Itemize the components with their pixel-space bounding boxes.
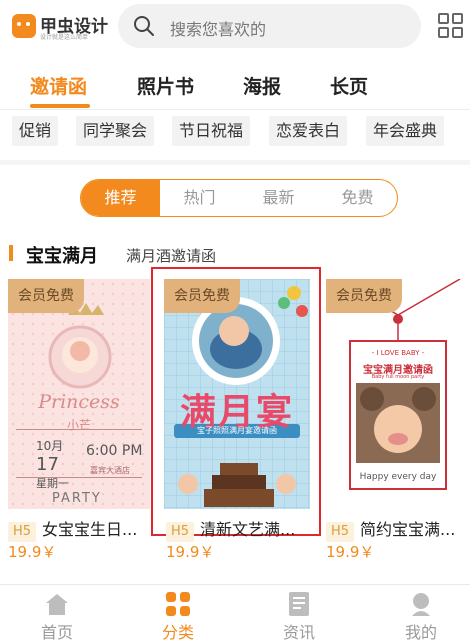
divider [0, 160, 470, 165]
segment-free[interactable]: 免费 [318, 180, 397, 216]
grid-menu-icon[interactable] [438, 13, 464, 39]
beetle-logo-icon [12, 14, 36, 38]
poster-weekday: 星期一 [36, 477, 69, 490]
profile-icon [412, 593, 430, 616]
logo-slogan: 设计就是这么简单 [40, 34, 89, 41]
poster-month: 10月 [36, 439, 64, 453]
card-price: 19.9￥ [8, 543, 57, 561]
nav-profile[interactable]: 我的 [381, 587, 461, 640]
poster-name: Princess [38, 391, 120, 413]
poster-small-text: Baby full moon party [371, 374, 425, 380]
sort-segment: 推荐 热门 最新 免费 [80, 179, 398, 217]
poster-venue: 嘉宾大酒店 [90, 466, 130, 475]
section-marker [9, 245, 13, 261]
news-icon [289, 592, 309, 616]
tag-class-reunion[interactable]: 同学聚会 [76, 116, 155, 146]
section-subtitle: 满月酒邀请函 [126, 247, 217, 265]
tag-promotion[interactable]: 促销 [12, 116, 59, 146]
card-title-princess[interactable]: H5 女宝宝生日... [8, 516, 150, 542]
card-price: 19.9￥ [326, 543, 375, 561]
tab-poster[interactable]: 海报 [243, 72, 281, 99]
poster-footer: Happy every day [359, 472, 437, 482]
tag-annual-party[interactable]: 年会盛典 [366, 116, 445, 146]
poster-time: 6:00 PM [86, 443, 143, 459]
h5-tag: H5 [326, 522, 355, 542]
poster-footer: PARTY [52, 491, 102, 506]
tag-row: 促销 同学聚会 节日祝福 恋爱表白 年会盛典 [0, 114, 470, 150]
home-icon [46, 594, 68, 615]
tab-long-page[interactable]: 长页 [330, 72, 368, 99]
member-free-badge: 会员免费 [8, 279, 84, 313]
section-title: 宝宝满月 [26, 246, 98, 267]
tag-holiday-wishes[interactable]: 节日祝福 [172, 116, 251, 146]
card-price: 19.9￥ [166, 543, 215, 561]
poster-day: 17 [36, 454, 59, 475]
member-free-badge: 会员免费 [326, 279, 402, 313]
category-icon [166, 592, 190, 616]
template-card-princess[interactable]: 会员免费 Princess 小芒 10月 17 星期一 6:00 PM 嘉宾大酒… [8, 279, 150, 509]
category-tabs: 邀请函 照片书 海报 长页 [0, 58, 470, 110]
top-header: 甲虫设计 设计就是这么简单 搜索您喜欢的 [0, 0, 470, 52]
member-free-badge: 会员免费 [164, 279, 240, 313]
template-card-simple-baby[interactable]: 会员免费 - I LOVE BABY - 宝宝满月邀请函 Baby full m… [326, 279, 470, 509]
card-title-simple-baby[interactable]: H5 简约宝宝满... [326, 516, 470, 542]
poster-top-text: - I LOVE BABY - [371, 349, 425, 357]
search-bar[interactable]: 搜索您喜欢的 [118, 4, 421, 48]
search-placeholder: 搜索您喜欢的 [170, 20, 267, 39]
tag-love-confession[interactable]: 恋爱表白 [269, 116, 348, 146]
h5-tag: H5 [166, 522, 195, 542]
segment-latest[interactable]: 最新 [239, 180, 318, 216]
nav-news[interactable]: 资讯 [259, 587, 339, 640]
nav-home[interactable]: 首页 [17, 587, 97, 640]
card-title-full-moon[interactable]: H5 清新文艺满... [166, 516, 310, 542]
app-logo[interactable]: 甲虫设计 设计就是这么简单 [12, 12, 108, 42]
segment-hot[interactable]: 热门 [160, 180, 239, 216]
h5-tag: H5 [8, 522, 37, 542]
segment-recommended[interactable]: 推荐 [81, 180, 160, 216]
bottom-navigation: 首页 分类 资讯 我的 [0, 584, 470, 640]
nav-category[interactable]: 分类 [138, 587, 218, 640]
active-tab-indicator [30, 104, 90, 108]
tab-invitation[interactable]: 邀请函 [30, 72, 87, 99]
search-icon [134, 16, 154, 36]
tab-photo-book[interactable]: 照片书 [137, 72, 194, 99]
poster-subname: 小芒 [66, 418, 91, 432]
